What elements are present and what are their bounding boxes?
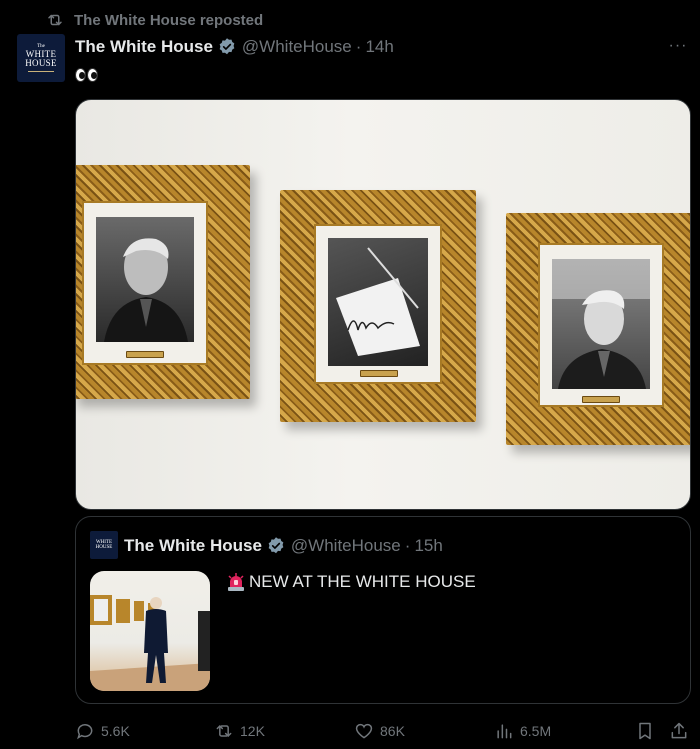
repost-count: 12K xyxy=(240,723,265,739)
plaque xyxy=(360,370,398,377)
repost-label: The White House reposted xyxy=(74,11,264,29)
bookmark-button[interactable] xyxy=(635,719,661,743)
repost-icon xyxy=(216,725,232,737)
quoted-text: NEW AT THE WHITE HOUSE xyxy=(226,571,476,593)
eyes-emoji-icon xyxy=(75,68,98,82)
like-count: 86K xyxy=(380,723,405,739)
tweet-photo[interactable] xyxy=(75,99,691,510)
like-button[interactable]: 86K xyxy=(354,719,405,743)
repost-button[interactable]: 12K xyxy=(214,719,265,743)
tweet-text xyxy=(75,62,98,88)
quoted-author-handle[interactable]: @WhiteHouse xyxy=(291,536,401,556)
reply-count: 5.6K xyxy=(101,723,130,739)
verified-badge-icon[interactable] xyxy=(217,37,237,57)
quoted-avatar[interactable]: WHITE HOUSE xyxy=(90,531,118,559)
plaque xyxy=(126,351,164,358)
quoted-tweet[interactable]: WHITE HOUSE The White House @WhiteHouse … xyxy=(75,516,691,704)
quoted-post-time[interactable]: 15h xyxy=(414,536,442,556)
police-light-icon xyxy=(228,573,244,591)
tweet-header: The White House @WhiteHouse · 14h xyxy=(75,36,394,58)
separator-dot: · xyxy=(355,37,362,56)
portrait-frame-right xyxy=(506,213,690,445)
avatar-text-house: HOUSE xyxy=(25,58,57,68)
quoted-author-name[interactable]: The White House xyxy=(124,536,262,556)
author-name[interactable]: The White House xyxy=(75,37,213,57)
repost-indicator[interactable]: The White House reposted xyxy=(46,10,263,30)
action-bar: 5.6K 12K 86K 6.5M xyxy=(75,719,691,743)
separator-dot: · xyxy=(404,536,411,555)
repost-icon xyxy=(48,14,62,26)
views-count: 6.5M xyxy=(520,723,552,739)
bookmark-icon xyxy=(639,722,651,740)
reply-button[interactable]: 5.6K xyxy=(75,719,130,743)
portrait-photo-left xyxy=(96,217,194,342)
portrait-frame-left xyxy=(76,165,250,399)
share-button[interactable] xyxy=(669,719,695,743)
avatar[interactable]: The WHITE HOUSE xyxy=(17,34,65,82)
quoted-header: The White House @WhiteHouse · 15h xyxy=(124,535,443,557)
portrait-photo-right xyxy=(552,259,650,389)
plaque xyxy=(582,396,620,403)
quoted-text-content: NEW AT THE WHITE HOUSE xyxy=(249,572,476,591)
signature-photo xyxy=(328,238,428,366)
quoted-thumbnail[interactable] xyxy=(90,571,210,691)
more-options-icon[interactable]: ··· xyxy=(668,36,688,56)
share-icon xyxy=(671,722,687,739)
reply-icon xyxy=(77,724,93,740)
heart-icon xyxy=(355,723,373,739)
verified-badge-icon[interactable] xyxy=(266,536,286,556)
post-time[interactable]: 14h xyxy=(365,37,393,57)
views-chart-icon xyxy=(497,724,512,739)
avatar-rule xyxy=(28,71,54,72)
quoted-avatar-text-house: HOUSE xyxy=(95,545,113,550)
author-handle[interactable]: @WhiteHouse xyxy=(242,37,352,57)
portrait-frame-middle xyxy=(280,190,476,422)
views-button[interactable]: 6.5M xyxy=(494,719,551,743)
